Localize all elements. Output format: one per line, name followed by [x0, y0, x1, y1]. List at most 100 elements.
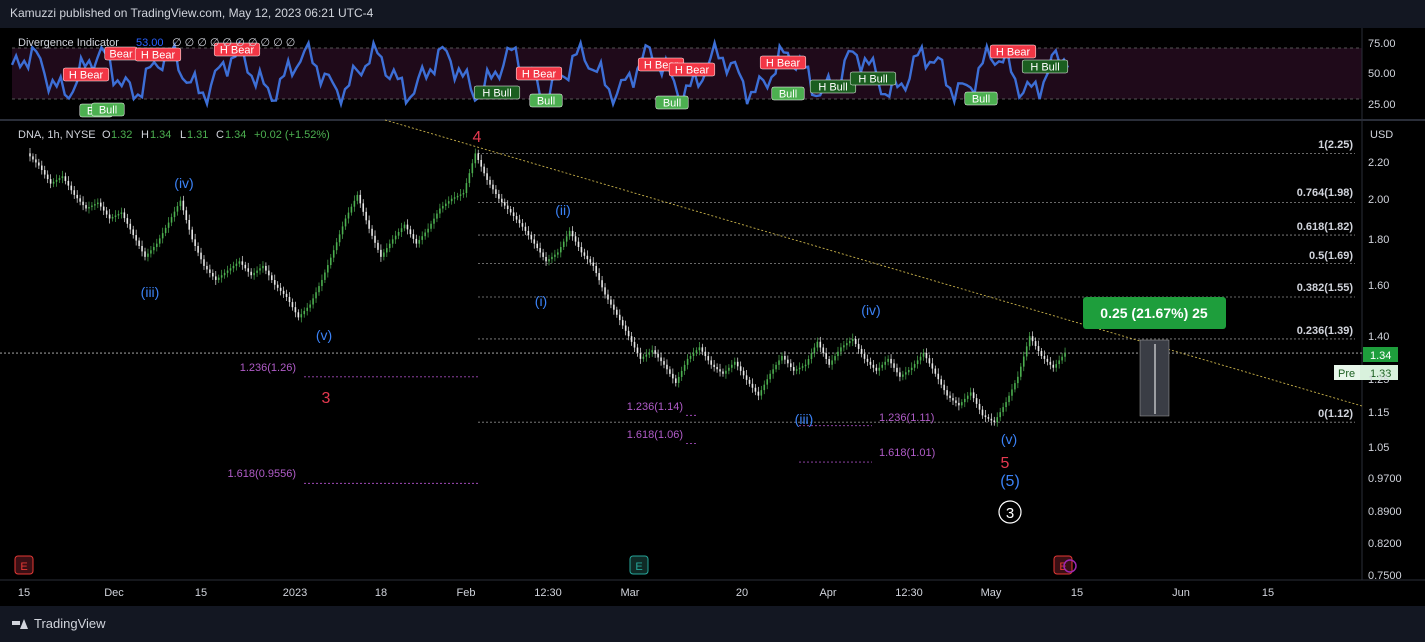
chart-screenshot: Kamuzzi published on TradingView.com, Ma… [0, 0, 1425, 642]
price-candle [946, 390, 948, 396]
price-candle [489, 179, 491, 185]
earnings-event-label: E [635, 561, 642, 573]
price-candle [521, 223, 524, 227]
price-candle [881, 364, 884, 368]
price-candle [902, 374, 904, 377]
measure-label: 0.25 (21.67%) 25 [1100, 305, 1208, 321]
price-candle [430, 223, 432, 229]
price-candle [88, 207, 90, 209]
wave-label: 4 [473, 129, 482, 146]
price-candle [55, 179, 58, 182]
price-candle [940, 379, 942, 385]
price-candle [52, 181, 55, 184]
extension-label: 1.618(0.9556) [228, 468, 297, 480]
divergence-label-text: Bull [779, 89, 797, 101]
low-value: 1.31 [187, 129, 208, 141]
price-candle [999, 412, 1001, 418]
extension-label: 1.236(1.26) [240, 362, 296, 374]
price-candle [158, 238, 161, 244]
price-candle [928, 358, 931, 364]
price-candle [854, 338, 857, 344]
price-candle [43, 170, 46, 175]
price-candle [701, 347, 704, 352]
price-candle [480, 159, 482, 167]
price-candle [79, 198, 81, 202]
price-candle [784, 355, 786, 360]
indicator-name[interactable]: Divergence Indicator [18, 37, 119, 49]
price-candle [61, 176, 64, 179]
price-candle [377, 242, 379, 250]
y-tick: 2.00 [1368, 194, 1389, 206]
price-candle [875, 367, 878, 371]
price-candle [872, 364, 875, 368]
price-candle [471, 163, 474, 174]
price-candle [256, 270, 258, 273]
price-candle [32, 156, 34, 160]
price-candle [338, 234, 341, 243]
price-candle [327, 265, 329, 273]
price-candle [557, 252, 559, 255]
price-candle [212, 272, 214, 277]
price-candle [990, 418, 993, 421]
divergence-label-text: H Bear [69, 70, 104, 82]
close-label: C [216, 129, 224, 141]
divergence-label-text: H Bear [675, 65, 710, 77]
price-candle [772, 369, 774, 374]
price-candle [616, 309, 618, 315]
price-candle [141, 245, 143, 252]
price-candle [462, 192, 465, 195]
price-candle [931, 363, 934, 369]
price-candle [975, 398, 978, 404]
tradingview-brand[interactable]: TradingView [12, 616, 106, 631]
price-candle [722, 371, 724, 374]
price-candle [728, 367, 730, 371]
price-candle [866, 358, 869, 362]
ind-tick-25: 25.00 [1368, 99, 1396, 111]
price-candle [58, 178, 61, 180]
price-candle [551, 256, 553, 260]
price-candle [353, 200, 356, 207]
price-candle [630, 336, 633, 342]
price-candle [548, 259, 550, 262]
price-candle [164, 227, 167, 234]
price-candle [176, 206, 179, 212]
price-candle [604, 287, 606, 295]
price-candle [276, 284, 279, 288]
price-candle [993, 420, 996, 423]
price-candle [444, 203, 447, 207]
x-tick: Apr [819, 587, 836, 599]
divergence-label-text: Bull [99, 105, 117, 117]
price-candle [1020, 366, 1022, 377]
price-candle [636, 347, 639, 354]
symbol-ticker[interactable]: DNA, 1h, NYSE [18, 129, 96, 141]
price-candle [468, 173, 471, 184]
price-candle [905, 372, 907, 375]
price-candle [577, 241, 580, 248]
price-candle [748, 379, 751, 384]
price-candle [689, 355, 692, 359]
price-candle [583, 252, 586, 256]
price-candle [545, 256, 547, 262]
price-candle [386, 248, 388, 253]
divergence-label-text: H Bull [482, 88, 511, 100]
price-candle [439, 208, 441, 214]
price-candle [961, 402, 963, 406]
price-candle [347, 212, 350, 219]
price-candle [99, 202, 102, 207]
chart-canvas[interactable]: Bear H Bear H Bear H Bear H Bear H Bear H Bear… [0, 28, 1425, 606]
price-candle [265, 265, 267, 271]
price-candle [713, 364, 715, 367]
price-candle [173, 211, 176, 218]
price-candle [639, 353, 642, 359]
indicator-value: 53.00 [136, 37, 164, 49]
price-candle [804, 364, 807, 367]
price-candle [406, 224, 409, 230]
price-candle [91, 205, 93, 208]
price-candle [907, 369, 910, 373]
price-candle [117, 213, 120, 216]
divergence-label-text: H Bull [818, 82, 847, 94]
price-candle [185, 210, 188, 220]
ind-tick-50: 50.00 [1368, 68, 1396, 80]
price-candle [433, 218, 435, 224]
price-candle [383, 252, 385, 257]
